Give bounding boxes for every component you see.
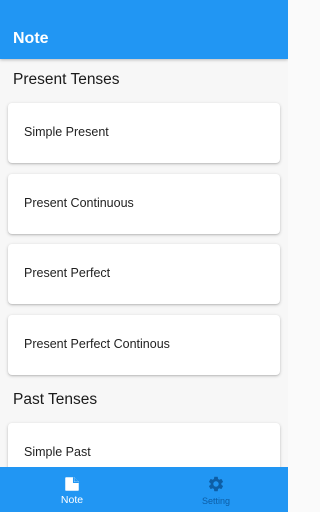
nav-item-setting[interactable]: Setting xyxy=(144,467,288,512)
section-title-past-tenses: Past Tenses xyxy=(13,391,98,408)
nav-label-note: Note xyxy=(60,494,84,506)
card-present-perfect-continous[interactable]: Present Perfect Continous xyxy=(8,315,280,375)
card-label: Present Perfect Continous xyxy=(24,337,170,351)
card-label: Present Continuous xyxy=(24,196,134,210)
bottom-navigation: Note Setting xyxy=(0,467,288,512)
app-bar: Note xyxy=(0,0,288,59)
gear-icon xyxy=(208,476,224,492)
card-label: Simple Present xyxy=(24,125,109,139)
card-present-perfect[interactable]: Present Perfect xyxy=(8,244,280,304)
nav-item-note[interactable]: Note xyxy=(0,467,144,512)
card-label: Simple Past xyxy=(24,445,91,459)
card-simple-past[interactable]: Simple Past xyxy=(8,423,280,467)
note-icon xyxy=(65,477,79,491)
app-bar-title: Note xyxy=(13,30,49,47)
app-screen: Note Present Tenses Simple Present Prese… xyxy=(0,0,288,512)
card-present-continuous[interactable]: Present Continuous xyxy=(8,174,280,234)
notes-list[interactable]: Present Tenses Simple Present Present Co… xyxy=(0,59,288,467)
card-simple-present[interactable]: Simple Present xyxy=(8,103,280,163)
section-title-present-tenses: Present Tenses xyxy=(13,71,120,88)
nav-label-setting: Setting xyxy=(201,496,231,506)
card-label: Present Perfect xyxy=(24,266,111,280)
